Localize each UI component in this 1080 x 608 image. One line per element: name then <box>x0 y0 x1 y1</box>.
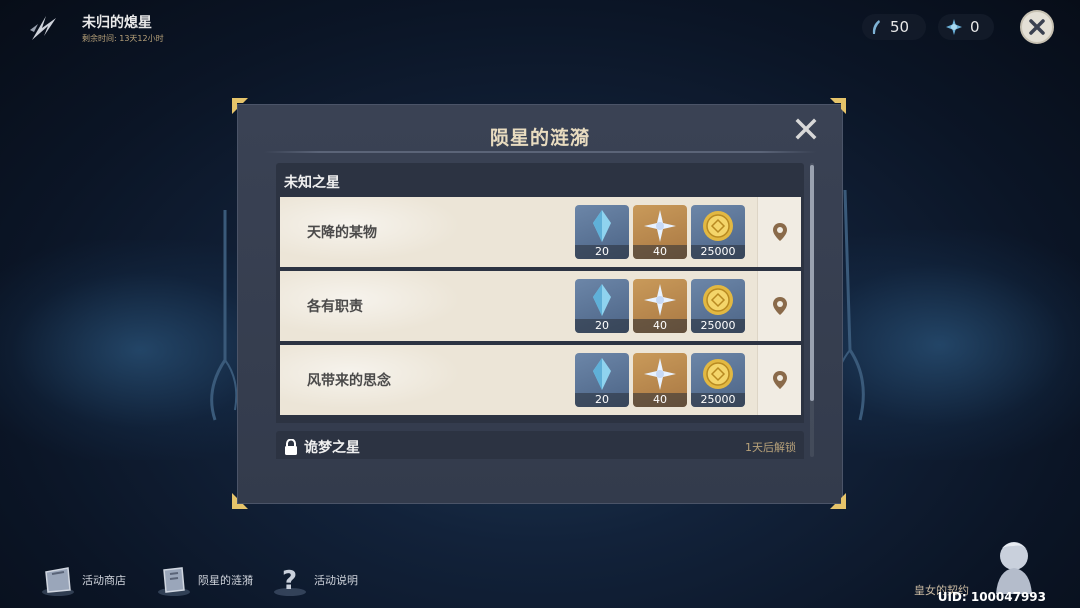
quest-section: 天降的某物 20 40 25000 各有职责 20 40 25000 风带来的思… <box>276 197 804 423</box>
reward-count: 25000 <box>691 245 745 259</box>
resource-counter-star: 0 <box>938 14 994 40</box>
resource2-value: 0 <box>970 18 980 36</box>
reward-list: 20 40 25000 <box>575 353 745 407</box>
four-point-star-icon <box>644 284 676 316</box>
nav-quest-list[interactable]: 陨星的涟漪 <box>156 562 253 598</box>
reward-mora[interactable]: 25000 <box>691 205 745 259</box>
event-title: 未归的熄星 <box>82 15 152 31</box>
feather-icon <box>872 20 880 34</box>
crystal-icon <box>593 284 611 316</box>
unlock-countdown: 1天后解锁 <box>745 441 796 454</box>
reward-mora[interactable]: 25000 <box>691 353 745 407</box>
reward-mora[interactable]: 25000 <box>691 279 745 333</box>
modal-title: 陨星的涟漪 <box>489 127 590 149</box>
event-logo-icon <box>30 16 56 40</box>
close-event-button[interactable] <box>1020 10 1054 44</box>
quest-row[interactable]: 各有职责 20 40 25000 <box>280 271 801 341</box>
map-pin-icon <box>772 223 787 241</box>
question-icon: ? <box>274 566 306 596</box>
reward-exp-star[interactable]: 40 <box>633 353 687 407</box>
nav-event-shop[interactable]: 活动商店 <box>40 562 126 598</box>
character-portrait-icon[interactable] <box>982 534 1048 594</box>
bag-icon <box>42 567 74 596</box>
gold-coin-icon <box>703 211 733 241</box>
list-scrollbar[interactable] <box>810 163 814 457</box>
reward-count: 40 <box>633 319 687 333</box>
resource-counter-feather: 50 <box>862 14 926 40</box>
uid-text: UID: 100047993 <box>937 590 1046 604</box>
map-pin-icon <box>772 297 787 315</box>
event-remaining-time: 剩余时间: 13天12小时 <box>82 34 164 43</box>
reward-crystal[interactable]: 20 <box>575 353 629 407</box>
navigate-button[interactable] <box>757 197 801 267</box>
reward-crystal[interactable]: 20 <box>575 205 629 259</box>
navigate-button[interactable] <box>757 345 801 415</box>
nav-label: 陨星的涟漪 <box>198 574 253 587</box>
reward-exp-star[interactable]: 40 <box>633 205 687 259</box>
reward-count: 20 <box>575 393 629 407</box>
lock-icon <box>285 439 297 455</box>
four-point-star-icon <box>644 358 676 390</box>
reward-list: 20 40 25000 <box>575 279 745 333</box>
section-title: 未知之星 <box>276 163 804 197</box>
modal-close-icon[interactable] <box>794 117 818 141</box>
quest-name: 风带来的思念 <box>307 373 391 389</box>
scrollbar-thumb[interactable] <box>810 165 814 401</box>
nav-label: 活动商店 <box>82 574 126 587</box>
reward-crystal[interactable]: 20 <box>575 279 629 333</box>
title-divider <box>264 151 816 153</box>
corner-ornament-icon <box>232 98 248 114</box>
quest-name: 天降的某物 <box>307 225 377 241</box>
locked-section-title: 诡梦之星 <box>304 440 360 456</box>
crystal-icon <box>593 358 611 390</box>
quest-name: 各有职责 <box>307 299 363 315</box>
reward-count: 25000 <box>691 319 745 333</box>
gold-coin-icon <box>703 359 733 389</box>
corner-ornament-icon <box>830 98 846 114</box>
crystal-icon <box>593 210 611 242</box>
corner-ornament-icon <box>830 493 846 509</box>
quest-row[interactable]: 天降的某物 20 40 25000 <box>280 197 801 267</box>
resource1-value: 50 <box>890 18 910 36</box>
background-ornament-left <box>210 210 238 421</box>
gold-coin-icon <box>703 285 733 315</box>
nav-event-info[interactable]: ? 活动说明 <box>272 562 358 598</box>
book-icon <box>158 567 190 596</box>
quest-list[interactable]: 未知之星 天降的某物 20 40 25000 各有职责 20 40 25000 … <box>276 163 804 459</box>
reward-count: 25000 <box>691 393 745 407</box>
reward-count: 40 <box>633 393 687 407</box>
corner-ornament-icon <box>232 493 248 509</box>
map-pin-icon <box>772 371 787 389</box>
quest-modal: 陨星的涟漪 未知之星 天降的某物 20 40 25000 各有职责 20 40 … <box>237 104 843 504</box>
close-icon <box>1029 19 1045 35</box>
reward-exp-star[interactable]: 40 <box>633 279 687 333</box>
reward-list: 20 40 25000 <box>575 205 745 259</box>
star-burst-icon <box>946 19 962 35</box>
navigate-button[interactable] <box>757 271 801 341</box>
nav-label: 活动说明 <box>314 574 358 587</box>
reward-count: 20 <box>575 319 629 333</box>
four-point-star-icon <box>644 210 676 242</box>
svg-text:?: ? <box>282 566 297 596</box>
reward-count: 40 <box>633 245 687 259</box>
quest-row[interactable]: 风带来的思念 20 40 25000 <box>280 345 801 415</box>
reward-count: 20 <box>575 245 629 259</box>
locked-section[interactable]: 诡梦之星 1天后解锁 <box>276 431 804 459</box>
